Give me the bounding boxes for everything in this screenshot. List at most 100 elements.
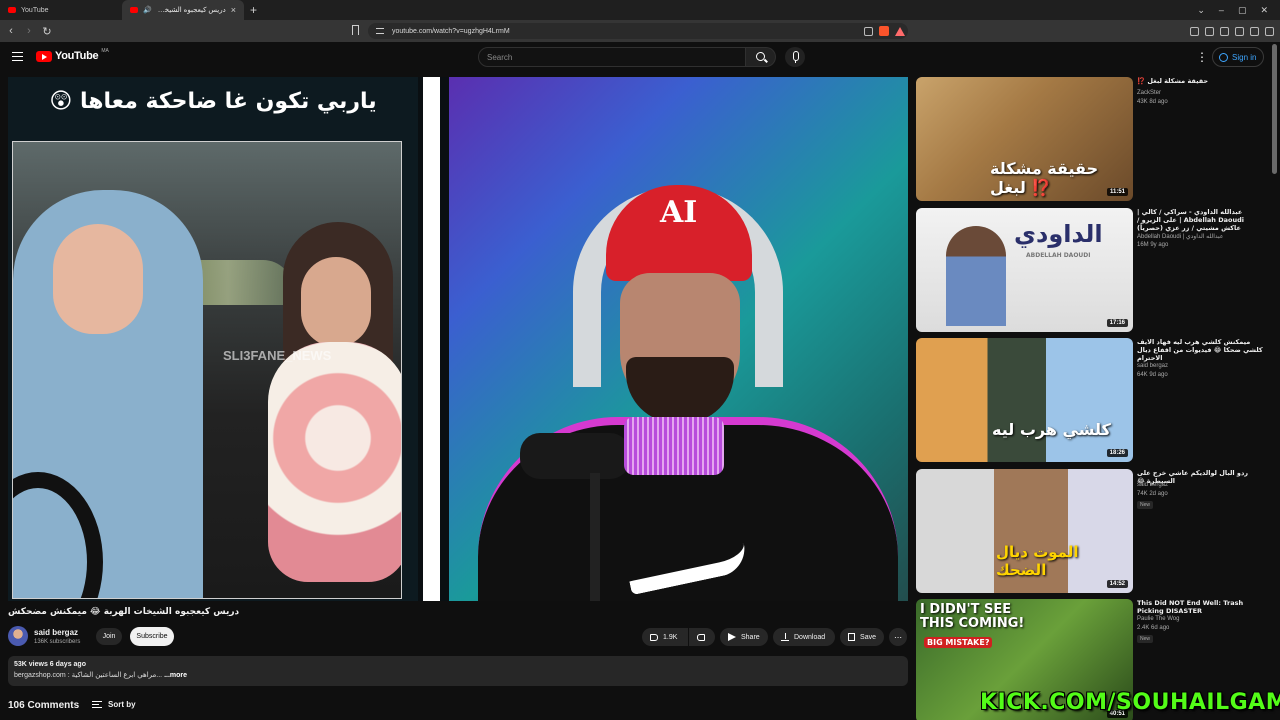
video-thumbnail[interactable]: الداودي ABDELLAH DAOUDI 17:16 [916, 208, 1133, 332]
puzzle-icon[interactable] [1235, 26, 1244, 36]
woman-face [53, 224, 143, 334]
video-duration: 18:26 [1106, 449, 1128, 457]
download-icon [781, 633, 789, 641]
youtube-masthead: YouTube MA Search ⋮ Sign in [0, 42, 1280, 74]
related-video[interactable]: كلشي هرب ليه 18:26 ميمكنش كلشي هرب ليه ف… [916, 338, 1266, 464]
youtube-play-icon [36, 50, 52, 62]
related-channel: said bergaz [1137, 482, 1169, 488]
bookmark-icon[interactable] [352, 25, 359, 35]
reload-icon[interactable]: ↻ [40, 25, 54, 38]
share-button[interactable]: Share [720, 628, 768, 646]
stream-overlay-text: KICK.COM/SOUHAILGAMING [980, 690, 1280, 715]
forward-icon[interactable]: › [22, 25, 36, 37]
thumbnail-text: الموت ديال الضحك [996, 543, 1079, 579]
settings-menu-icon[interactable]: ⋮ [1196, 51, 1208, 63]
logo-text: YouTube [55, 50, 99, 62]
description-box[interactable]: 53K views 6 days ago bergazshop.com : مر… [8, 656, 908, 686]
join-button[interactable]: Join [96, 628, 122, 645]
address-bar[interactable]: youtube.com/watch?v=ugzhgH4LrmM [368, 23, 908, 39]
browser-tab-youtube[interactable]: YouTube [0, 0, 122, 20]
related-video[interactable]: الموت ديال الضحك 14:52 ردو البال لوالديك… [916, 469, 1266, 595]
related-stats: 2.4K 6d ago [1137, 625, 1170, 631]
hamburger-menu-icon[interactable] [12, 52, 23, 61]
cast-icon[interactable] [864, 26, 873, 36]
site-settings-icon[interactable] [376, 28, 384, 34]
channel-name[interactable]: said bergaz [34, 628, 78, 637]
new-badge: New [1137, 501, 1154, 509]
download-button[interactable]: Download [773, 628, 835, 646]
search-input[interactable]: Search [478, 47, 746, 67]
brave-shield-icon[interactable] [879, 26, 889, 36]
more-actions-icon[interactable]: ⋯ [889, 628, 907, 646]
extension-area [864, 24, 905, 38]
back-icon[interactable]: ‹ [4, 25, 18, 37]
subscriber-count: 136K subscribers [34, 639, 81, 645]
close-window-icon[interactable]: ✕ [1260, 5, 1268, 16]
split-divider [423, 77, 440, 601]
sidebar-icon[interactable] [1205, 26, 1214, 36]
sort-by-button[interactable]: Sort by [92, 700, 136, 709]
video-thumbnail[interactable]: حقيقة مشكلة لبغل ⁉️ 11:51 [916, 77, 1133, 201]
page-scrollbar[interactable] [1272, 44, 1277, 174]
search-button[interactable] [746, 47, 776, 67]
maximize-icon[interactable]: ▢ [1238, 5, 1247, 16]
sign-in-label: Sign in [1232, 52, 1257, 62]
video-duration: 11:51 [1106, 188, 1128, 196]
youtube-favicon-icon [130, 7, 138, 13]
music-icon[interactable] [1190, 26, 1199, 36]
video-thumbnail[interactable]: كلشي هرب ليه 18:26 [916, 338, 1133, 462]
close-tab-icon[interactable]: × [231, 5, 236, 15]
channel-avatar[interactable] [8, 626, 28, 646]
minimize-icon[interactable]: – [1219, 5, 1224, 15]
sort-label: Sort by [108, 700, 136, 709]
new-tab-icon[interactable]: + [244, 3, 263, 17]
thumbnail-text: كلشي هرب ليه [992, 420, 1111, 439]
thumbs-down-icon [697, 633, 705, 641]
more-link[interactable]: ...more [164, 672, 187, 679]
related-channel: Abdellah Daoudi | عبدالله الداودي [1137, 234, 1224, 240]
browser-tab-video[interactable]: 🔊 دريس كيعجبوه الشيخات الهربة 😂 ميمكنش م… [122, 0, 244, 20]
page-root: YouTube 🔊 دريس كيعجبوه الشيخات الهربة 😂 … [0, 0, 1280, 720]
dislike-button[interactable] [689, 628, 715, 646]
toolbar-right-icons [1190, 24, 1280, 38]
share-icon [728, 633, 736, 641]
thumbnail-subtext: BIG MISTAKE? [924, 637, 993, 648]
clip-watermark: SLI3FANE_NEWS [223, 348, 332, 363]
tab-search-icon[interactable]: ⌄ [1197, 5, 1205, 16]
related-channel: said bergaz [1137, 363, 1169, 369]
save-button[interactable]: Save [840, 628, 884, 646]
extensions-icon[interactable] [1220, 26, 1229, 36]
singer-figure [946, 226, 1006, 326]
like-button[interactable]: 1.9K [642, 628, 688, 646]
related-video[interactable]: الداودي ABDELLAH DAOUDI 17:16 عبدالله ال… [916, 208, 1266, 334]
subscribe-button[interactable]: Subscribe [130, 627, 174, 646]
account-icon [1219, 52, 1228, 62]
thumbnail-subtext: ABDELLAH DAOUDI [1026, 252, 1091, 259]
comments-count: 106 Comments [8, 700, 80, 711]
voice-search-button[interactable] [785, 47, 805, 67]
vpn-icon[interactable] [1250, 26, 1259, 36]
brave-rewards-icon[interactable] [895, 26, 905, 36]
search-placeholder: Search [487, 52, 513, 62]
speaker-icon: 🔊 [143, 7, 152, 14]
url-text: youtube.com/watch?v=ugzhgH4LrmM [392, 27, 510, 35]
new-badge: New [1137, 635, 1154, 643]
save-label: Save [860, 633, 876, 641]
country-code: MA [101, 48, 109, 54]
mic-stand [590, 473, 600, 601]
wallet-icon[interactable] [1265, 26, 1274, 36]
video-player[interactable]: ياربي تكون غا ضاحكة معاها 😲 SLI3FANE_NEW… [8, 77, 908, 601]
cap-logo: AI [660, 195, 698, 230]
reaction-source-clip: ياربي تكون غا ضاحكة معاها 😲 SLI3FANE_NEW… [8, 77, 418, 601]
youtube-logo[interactable]: YouTube MA [36, 48, 109, 62]
related-channel: ZackSter [1137, 90, 1162, 96]
sign-in-button[interactable]: Sign in [1212, 47, 1264, 67]
video-thumbnail[interactable]: الموت ديال الضحك 14:52 [916, 469, 1133, 593]
related-video[interactable]: حقيقة مشكلة لبغل ⁉️ 11:51 حقيقة مشكلة لب… [916, 77, 1266, 203]
like-count: 1.9K [663, 633, 678, 641]
thumbnail-text: الداودي [1014, 220, 1103, 248]
browser-tab-bar: YouTube 🔊 دريس كيعجبوه الشيخات الهربة 😂 … [0, 0, 1280, 20]
description-snippet: bergazshop.com : مراهي ابرع الساعتين الش… [14, 672, 163, 679]
car-scene: SLI3FANE_NEWS [12, 141, 402, 599]
video-duration: 17:16 [1106, 319, 1128, 327]
